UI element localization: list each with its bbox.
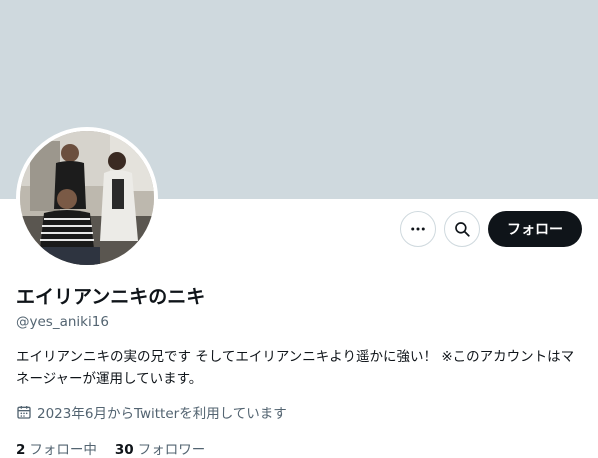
following-count: 2: [16, 442, 26, 458]
bio: エイリアンニキの実の兄です そしてエイリアンニキより遥かに強い！ ※このアカウン…: [16, 349, 575, 387]
following-label: フォロー中: [29, 442, 97, 458]
follow-stats: 2 フォロー中 30 フォロワー: [16, 438, 223, 458]
join-date-text: 2023年6月からTwitterを利用しています: [37, 406, 287, 422]
followers-link[interactable]: 30 フォロワー: [115, 438, 205, 458]
avatar-photo: [20, 131, 154, 265]
join-date: 2023年6月からTwitterを利用しています: [16, 402, 287, 422]
more-button[interactable]: [400, 211, 436, 247]
followers-count: 30: [114, 442, 134, 458]
display-name: エイリアンニキのニキ: [16, 286, 206, 308]
search-button[interactable]: [444, 211, 480, 247]
search-icon: [455, 222, 470, 237]
following-link[interactable]: 2 フォロー中: [16, 438, 97, 458]
calendar-icon: [17, 406, 31, 419]
handle: @yes_aniki16: [16, 314, 109, 330]
follow-button[interactable]: フォロー: [488, 211, 582, 247]
more-horizontal-icon: [411, 227, 425, 231]
avatar[interactable]: [16, 127, 158, 269]
followers-label: フォロワー: [137, 442, 206, 458]
